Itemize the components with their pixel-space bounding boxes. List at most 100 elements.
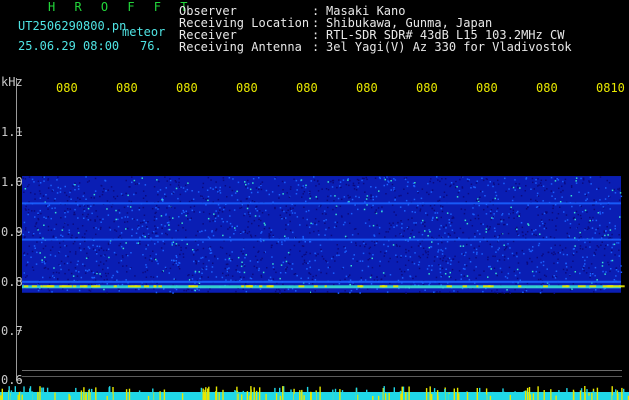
status-mark — [499, 392, 502, 400]
status-mark — [401, 386, 403, 400]
signal-hotspot — [132, 285, 138, 288]
status-mark — [476, 388, 478, 400]
status-mark — [95, 387, 97, 400]
signal-hotspot — [462, 285, 466, 288]
status-mark — [553, 395, 555, 400]
signal-hotspot — [488, 285, 494, 288]
signal-hotspot — [40, 285, 43, 288]
status-mark — [206, 393, 209, 400]
status-mark — [453, 388, 455, 400]
status-mark — [566, 388, 568, 400]
status-mark — [208, 386, 210, 400]
status-mark — [299, 390, 301, 400]
signal-hotspot — [59, 285, 67, 288]
status-mark — [334, 388, 337, 400]
status-mark — [108, 387, 110, 400]
signal-hotspot — [324, 285, 327, 288]
signal-line — [22, 280, 621, 283]
status-mark — [274, 387, 276, 400]
status-mark — [294, 393, 296, 400]
status-mark — [308, 393, 310, 400]
status-mark — [159, 391, 161, 400]
status-mark — [194, 393, 196, 400]
status-mark — [402, 386, 405, 400]
status-mark — [526, 387, 529, 400]
status-mark — [393, 387, 395, 400]
status-mark — [558, 390, 560, 400]
status-mark — [433, 388, 436, 400]
signal-hotspot — [268, 285, 274, 288]
status-mark — [612, 395, 614, 400]
status-mark — [502, 388, 504, 400]
noise-band — [22, 176, 621, 293]
status-mark — [408, 386, 410, 400]
status-mark — [429, 386, 431, 400]
status-mark — [250, 386, 252, 400]
status-mark — [283, 392, 286, 400]
signal-hotspot — [136, 285, 141, 288]
signal-hotspot — [298, 285, 305, 288]
status-mark — [455, 395, 457, 400]
signal-hotspot — [259, 285, 263, 288]
status-mark — [17, 394, 19, 400]
status-mark — [27, 394, 29, 400]
status-mark — [310, 391, 312, 400]
status-mark — [259, 387, 261, 400]
status-mark — [550, 389, 552, 400]
status-mark — [282, 386, 284, 400]
status-mark — [138, 390, 141, 400]
status-mark — [479, 387, 481, 400]
status-mark — [341, 390, 344, 400]
status-mark — [485, 394, 487, 400]
status-mark — [383, 386, 385, 400]
status-base — [0, 392, 629, 400]
status-mark — [514, 391, 516, 400]
signal-line — [22, 285, 621, 289]
status-mark — [91, 388, 93, 400]
signal-hotspot — [31, 285, 38, 288]
status-mark — [0, 395, 2, 400]
status-mark — [85, 394, 87, 400]
y-tick-label: 1.1 — [1, 125, 23, 139]
signal-hotspot — [83, 285, 87, 288]
signal-hotspot — [543, 285, 548, 288]
status-mark — [39, 386, 41, 400]
status-mark — [202, 388, 204, 400]
status-mark — [348, 395, 350, 400]
spectrogram — [0, 78, 629, 400]
status-mark — [586, 389, 588, 400]
signal-hotspot — [188, 285, 191, 288]
signal-hotspot — [446, 285, 452, 288]
status-mark — [46, 387, 49, 400]
status-mark — [388, 393, 390, 400]
signal-hotspot — [476, 285, 479, 288]
signal-line — [22, 202, 621, 205]
status-mark — [23, 386, 25, 400]
status-mark — [538, 392, 541, 400]
signal-hotspot — [191, 285, 198, 288]
signal-hotspot — [23, 285, 29, 288]
status-mark — [75, 387, 77, 400]
y-tick-label: 0.7 — [1, 324, 23, 338]
status-mark — [88, 390, 90, 400]
signal-hotspot — [241, 285, 245, 288]
x-tick-label: 080 — [56, 81, 78, 95]
status-mark — [114, 395, 116, 400]
status-mark — [234, 391, 237, 400]
status-mark — [591, 392, 593, 400]
status-mark — [329, 395, 331, 400]
status-mark — [262, 393, 265, 400]
status-mark — [125, 389, 128, 400]
x-tick-label: 0810 — [596, 81, 625, 95]
status-mark — [275, 393, 278, 400]
status-mark — [246, 391, 249, 400]
status-mark — [319, 386, 321, 400]
status-mark — [32, 391, 34, 400]
status-mark — [51, 394, 54, 400]
status-mark — [377, 395, 380, 400]
signal-hotspot — [313, 285, 318, 288]
status-mark — [200, 387, 203, 400]
status-mark — [489, 395, 492, 400]
status-mark — [613, 393, 616, 400]
signal-hotspot — [393, 285, 399, 288]
